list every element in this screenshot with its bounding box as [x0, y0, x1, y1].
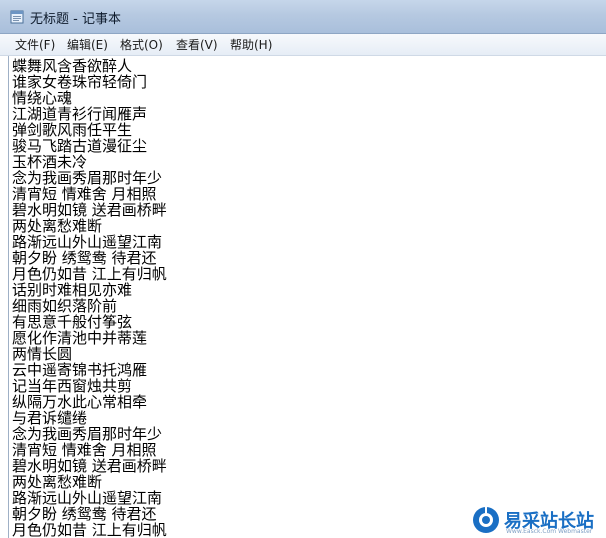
text-line: 愿化作清池中并蒂莲: [12, 329, 148, 347]
watermark: 易采站长站 Www.Easck.Com Webmaster: [470, 504, 606, 538]
text-editor[interactable]: 蝶舞风含香欲醉人 谁家女卷珠帘轻倚门 情绕心魂 江湖道青衫行闻雁声 弹剑歌风雨任…: [8, 56, 606, 538]
text-line: 玉杯酒未冷: [12, 153, 88, 171]
text-line: 朝夕盼 绣鸳鸯 待君还: [12, 505, 157, 523]
text-line: 两处离愁难断: [12, 217, 103, 235]
menu-format[interactable]: 格式(O): [118, 37, 165, 53]
text-line: 两情长圆: [12, 345, 73, 363]
text-line: 话别时难相见亦难: [12, 281, 133, 299]
text-line: 清宵短 情难舍 月相照: [12, 441, 157, 459]
text-line: 两处离愁难断: [12, 473, 103, 491]
text-line: 路渐远山外山遥望江南: [12, 489, 163, 507]
text-content: 蝶舞风含香欲醉人 谁家女卷珠帘轻倚门 情绕心魂 江湖道青衫行闻雁声 弹剑歌风雨任…: [12, 58, 167, 538]
text-line: 与君诉缱绻: [12, 409, 88, 427]
text-line: 蝶舞风含香欲醉人: [12, 57, 133, 75]
text-line: 月色仍如昔 江上有归帆: [12, 521, 167, 538]
text-line: 云中遥寄锦书托鸿雁: [12, 361, 148, 379]
menu-help[interactable]: 帮助(H): [228, 37, 274, 53]
text-line: 谁家女卷珠帘轻倚门: [12, 73, 148, 91]
text-line: 月色仍如昔 江上有归帆: [12, 265, 167, 283]
text-line: 记当年西窗烛共剪: [12, 377, 133, 395]
watermark-subtext: Www.Easck.Com Webmaster: [506, 528, 593, 535]
menu-edit[interactable]: 编辑(E): [65, 37, 110, 53]
text-line: 念为我画秀眉那时年少: [12, 169, 163, 187]
text-line: 清宵短 情难舍 月相照: [12, 185, 157, 203]
notepad-icon: [10, 10, 24, 24]
text-line: 情绕心魂: [12, 89, 73, 107]
menu-view[interactable]: 查看(V): [174, 37, 220, 53]
easck-logo-icon: [473, 507, 499, 533]
text-line: 路渐远山外山遥望江南: [12, 233, 163, 251]
menu-file[interactable]: 文件(F): [13, 37, 57, 53]
text-line: 有思意千般付筝弦: [12, 313, 133, 331]
title-bar[interactable]: 无标题 - 记事本: [0, 0, 606, 34]
text-line: 细雨如织落阶前: [12, 297, 118, 315]
text-line: 碧水明如镜 送君画桥畔: [12, 457, 167, 475]
window-title: 无标题 - 记事本: [30, 12, 121, 27]
text-line: 弹剑歌风雨任平生: [12, 121, 133, 139]
text-line: 纵隔万水此心常相牵: [12, 393, 148, 411]
text-line: 江湖道青衫行闻雁声: [12, 105, 148, 123]
text-line: 骏马飞踏古道漫征尘: [12, 137, 148, 155]
text-line: 碧水明如镜 送君画桥畔: [12, 201, 167, 219]
text-line: 朝夕盼 绣鸳鸯 待君还: [12, 249, 157, 267]
notepad-window: 无标题 - 记事本 文件(F) 编辑(E) 格式(O) 查看(V) 帮助(H) …: [0, 0, 606, 538]
text-line: 念为我画秀眉那时年少: [12, 425, 163, 443]
menu-bar: 文件(F) 编辑(E) 格式(O) 查看(V) 帮助(H): [0, 34, 606, 56]
